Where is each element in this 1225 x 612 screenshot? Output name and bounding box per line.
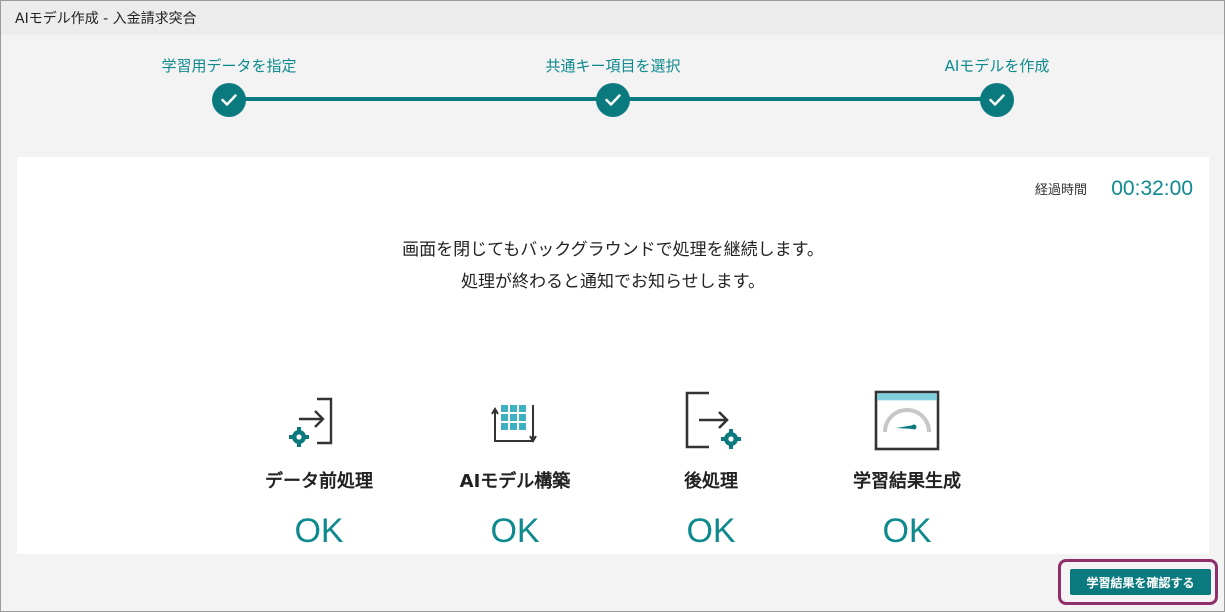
task-name: 後処理 xyxy=(684,471,738,492)
task-postprocess: 後処理 OK xyxy=(631,389,791,549)
elapsed-time-value: 00:32:00 xyxy=(1111,177,1193,200)
step-dot-2 xyxy=(596,83,630,117)
task-name: 学習結果生成 xyxy=(853,471,961,492)
task-status: OK xyxy=(686,512,736,550)
task-model-build: AIモデル構築 OK xyxy=(435,389,595,549)
task-name: データ前処理 xyxy=(265,471,373,492)
elapsed-time-label: 経過時間 xyxy=(1034,183,1087,198)
check-icon xyxy=(605,94,621,106)
notify-message: 処理が終わると通知でお知らせします。 xyxy=(461,272,765,292)
grid-build-icon xyxy=(491,405,537,443)
title-bar: AIモデル作成 - 入金請求突合 xyxy=(1,1,1224,35)
task-status: OK xyxy=(882,512,932,550)
confirm-results-button[interactable]: 学習結果を確認する xyxy=(1070,569,1211,595)
step-label-2: 共通キー項目を選択 xyxy=(545,57,681,75)
background-message: 画面を閉じてもバックグラウンドで処理を継続します。 xyxy=(402,240,824,260)
task-status: OK xyxy=(294,512,344,550)
step-dot-3 xyxy=(980,83,1014,117)
check-icon xyxy=(989,94,1005,106)
task-result-generation: 学習結果生成 OK xyxy=(827,389,987,549)
task-preprocess: データ前処理 OK xyxy=(239,389,399,549)
task-status: OK xyxy=(490,512,540,550)
import-gear-icon xyxy=(289,397,333,447)
dialog-window: AIモデル作成 - 入金請求突合 学習用データを指定 共通キー項目を選択 AIモ… xyxy=(0,0,1225,612)
step-dot-1 xyxy=(212,83,246,117)
task-name: AIモデル構築 xyxy=(459,471,571,492)
gauge-window-icon xyxy=(874,390,940,451)
check-icon xyxy=(221,94,237,106)
step-label-1: 学習用データを指定 xyxy=(161,57,297,75)
window-title: AIモデル作成 - 入金請求突合 xyxy=(15,11,197,27)
export-gear-icon xyxy=(685,391,741,449)
progress-panel: 経過時間 00:32:00 画面を閉じてもバックグラウンドで処理を継続します。 … xyxy=(17,157,1209,554)
step-label-3: AIモデルを作成 xyxy=(944,57,1050,75)
